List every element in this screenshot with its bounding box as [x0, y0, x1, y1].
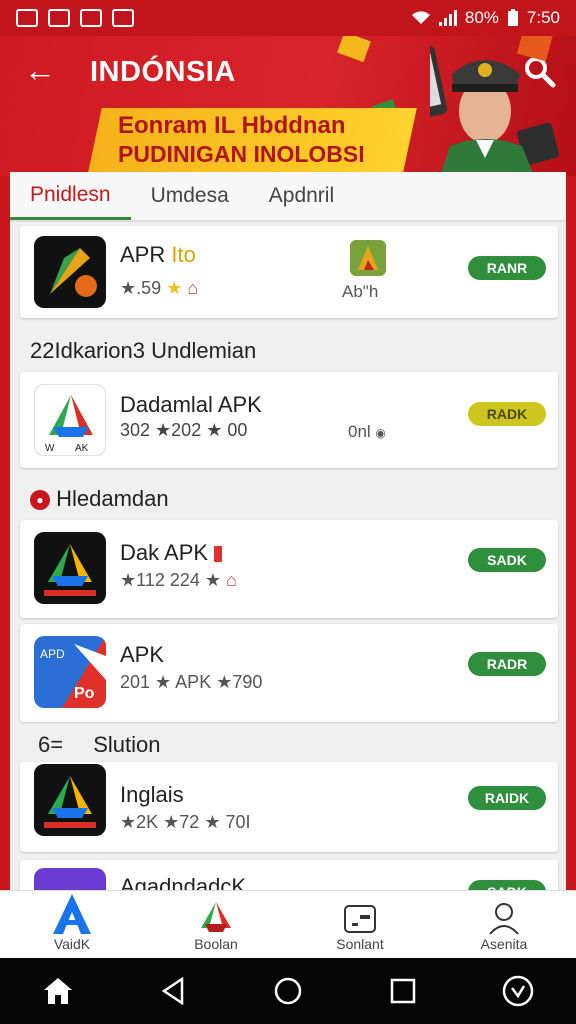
- home-icon[interactable]: [38, 971, 78, 1011]
- promo-banner-text: Eonram IL Hbddnan PUDINIGAN INOLOBSI: [118, 112, 365, 168]
- tab-second[interactable]: Umdesa: [131, 172, 249, 220]
- dot-icon: ◉: [375, 426, 386, 440]
- nav-boolan[interactable]: Boolan: [144, 891, 288, 958]
- app-name: Inglais: [120, 782, 184, 807]
- home-circle-icon[interactable]: [268, 971, 308, 1011]
- house-icon: ⌂: [226, 570, 237, 590]
- app-icon: [34, 764, 106, 836]
- svg-text:Po: Po: [74, 685, 95, 702]
- side-label: 0nl ◉: [348, 422, 386, 442]
- app-name-tag: Ito: [171, 242, 196, 267]
- badge-icon: [214, 546, 223, 563]
- tab-third[interactable]: Apdnril: [249, 172, 354, 220]
- notification-icon: [48, 9, 70, 27]
- notification-icon: [16, 9, 38, 27]
- install-button[interactable]: RANR: [468, 256, 546, 280]
- nav-account[interactable]: Asenita: [432, 891, 576, 958]
- app-logo-icon: [53, 894, 91, 934]
- app-rating: 302 ★202 ★ 00: [120, 420, 247, 441]
- app-card[interactable]: APR Ito ★.59 ★ ⌂ Ab"h RANR: [20, 226, 558, 318]
- app-icon: [34, 868, 106, 890]
- app-icon: W AK: [34, 384, 106, 456]
- install-button[interactable]: RAIDK: [468, 786, 546, 810]
- rating-text: ★112 224 ★: [120, 570, 222, 590]
- svg-text:W: W: [45, 443, 55, 454]
- app-card[interactable]: AgadndadcK SADK: [20, 860, 558, 890]
- small-app-icon: [350, 240, 386, 276]
- notification-icons: [16, 9, 134, 27]
- banner-line: Eonram IL Hbddnan: [118, 112, 346, 139]
- confetti-decoration: [337, 36, 371, 63]
- app-name: Dadamlal APK: [120, 392, 262, 417]
- nav-label: VaidK: [53, 936, 91, 952]
- notification-icon: [80, 9, 102, 27]
- assistant-icon[interactable]: [498, 971, 538, 1011]
- rating-text: ★.59: [120, 278, 162, 298]
- signal-icon: [438, 10, 457, 26]
- section-prefix: 6=: [38, 732, 64, 757]
- nav-label: Sonlant: [336, 936, 384, 952]
- app-rating: ★.59 ★ ⌂: [120, 278, 198, 299]
- app-card[interactable]: W AK Dadamlal APK 302 ★202 ★ 00 0nl ◉ RAD…: [20, 372, 558, 468]
- wifi-icon: [411, 11, 430, 24]
- battery-icon: [507, 9, 518, 26]
- clock: 7:50: [526, 8, 560, 27]
- app-name-text: APR: [120, 242, 166, 267]
- app-rating: ★112 224 ★ ⌂: [120, 570, 237, 591]
- side-label: Ab"h: [342, 282, 379, 301]
- section-icon: ●: [30, 490, 50, 511]
- install-button[interactable]: SADK: [468, 880, 546, 890]
- app-name: AgadndadcK: [120, 874, 246, 890]
- back-triangle-icon[interactable]: [153, 971, 193, 1011]
- app-rating: ★2K ★72 ★ 70I: [120, 812, 251, 832]
- section-title-text: Slution: [93, 732, 161, 757]
- banner-line: PUDINIGAN INOLOBSI: [118, 141, 365, 167]
- app-card[interactable]: APD Po APK 201 ★ APK ★790 RADR: [20, 624, 558, 722]
- nav-home[interactable]: VaidK: [0, 891, 144, 958]
- app-icon: APD Po: [34, 636, 106, 708]
- app-name: Dak APK: [120, 540, 223, 566]
- section-title: 6= Slution: [38, 732, 161, 758]
- app-name-text: Dak APK: [120, 540, 209, 565]
- nav-sonlant[interactable]: Sonlant: [288, 891, 432, 958]
- svg-text:APD: APD: [40, 647, 65, 661]
- star-icon: ★: [166, 278, 183, 298]
- install-button[interactable]: RADK: [468, 402, 546, 426]
- app-card[interactable]: Inglais ★2K ★72 ★ 70I RAIDK: [20, 762, 558, 852]
- app-icon: [34, 236, 106, 308]
- section-title: 22Idkarion3 Undlemian: [30, 338, 257, 363]
- recents-square-icon[interactable]: [383, 971, 423, 1011]
- app-name: APK: [120, 642, 165, 667]
- house-icon: ⌂: [187, 278, 199, 298]
- system-nav-bar: [0, 958, 576, 1024]
- app-icon: [34, 532, 106, 604]
- tab-bar: Pnidlesn Umdesa Apdnril: [10, 172, 566, 222]
- side-label-text: 0nl: [348, 422, 371, 441]
- rating-text: 302 ★202 ★ 00: [120, 420, 248, 440]
- content-area: Pnidlesn Umdesa Apdnril APR Ito ★.59 ★ ⌂…: [10, 172, 566, 890]
- battery-percent: 80%: [464, 8, 499, 27]
- header-banner: ← INDÓNSIA Eonram IL Hbddnan PUDINIGAN I…: [0, 36, 576, 176]
- officer-illustration: [430, 45, 534, 176]
- install-button[interactable]: SADK: [468, 548, 546, 572]
- section-title-text: Hledamdan: [56, 486, 169, 511]
- svg-text:AK: AK: [75, 443, 89, 454]
- app-name: APR Ito: [120, 242, 196, 268]
- nav-label: Asenita: [480, 936, 528, 952]
- install-button[interactable]: RADR: [468, 652, 546, 676]
- drive-icon: [201, 902, 231, 932]
- app-card[interactable]: Dak APK ★112 224 ★ ⌂ SADK: [20, 520, 558, 618]
- user-icon: [489, 903, 519, 935]
- bottom-navigation: VaidK Boolan Sonlant Asenita: [0, 890, 576, 958]
- status-bar: 80% 7:50: [0, 0, 576, 36]
- tab-popular[interactable]: Pnidlesn: [10, 172, 131, 220]
- back-arrow-icon[interactable]: ←: [24, 54, 56, 86]
- page-title: INDÓNSIA: [90, 56, 236, 88]
- app-rating: 201 ★ APK ★790: [120, 672, 263, 692]
- nav-label: Boolan: [194, 936, 238, 952]
- wallet-icon: [344, 905, 376, 933]
- notification-icon: [112, 9, 134, 27]
- section-title: ● Hledamdan: [30, 486, 169, 512]
